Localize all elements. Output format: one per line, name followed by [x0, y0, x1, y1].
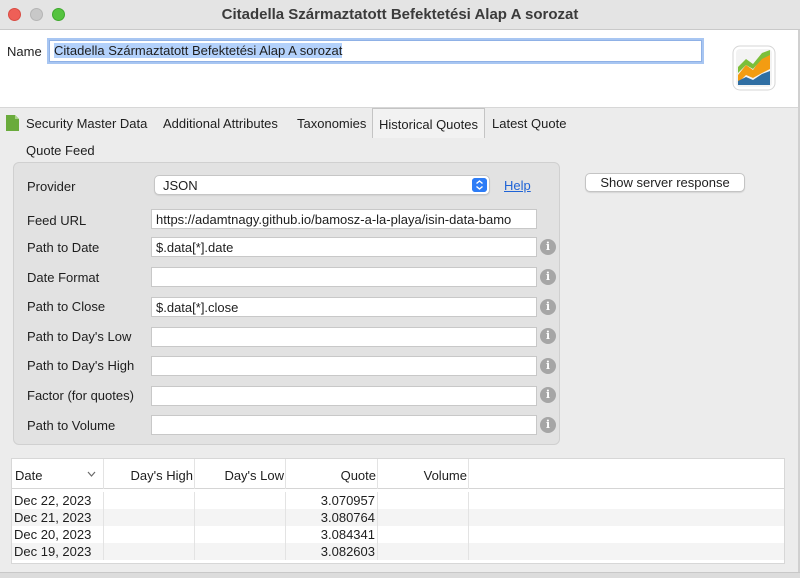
cell-separator [103, 509, 104, 526]
cell-separator [468, 543, 469, 560]
column-header-quote[interactable]: Quote [286, 468, 376, 483]
name-input[interactable]: Citadella Származtatott Befektetési Alap… [49, 40, 702, 62]
cell-date: Dec 21, 2023 [14, 510, 92, 525]
name-input-value: Citadella Származtatott Befektetési Alap… [54, 43, 343, 58]
tab-security-master-data[interactable]: Security Master Data [26, 116, 147, 131]
info-icon[interactable]: i [540, 387, 556, 403]
feed-url-label: Feed URL [27, 213, 87, 228]
cell-separator [194, 509, 195, 526]
cell-separator [468, 509, 469, 526]
provider-select[interactable]: JSON [154, 175, 490, 195]
column-header-days-high[interactable]: Day's High [104, 468, 193, 483]
quote-feed-label: Quote Feed [26, 143, 95, 158]
cell-quote: 3.082603 [320, 544, 375, 559]
factor-input[interactable] [151, 386, 537, 406]
table-row[interactable]: Dec 19, 2023 3.082603 [12, 543, 784, 560]
column-header-days-low[interactable]: Day's Low [195, 468, 284, 483]
path-to-days-low-label: Path to Day's Low [27, 329, 132, 344]
document-icon [6, 115, 19, 131]
info-icon[interactable]: i [540, 269, 556, 285]
info-icon[interactable]: i [540, 358, 556, 374]
tab-latest-quote[interactable]: Latest Quote [492, 116, 566, 131]
cell-separator [468, 492, 469, 509]
help-link[interactable]: Help [504, 178, 531, 193]
column-header-date[interactable]: Date [15, 468, 42, 483]
select-arrows-icon [472, 178, 487, 192]
table-header: Date Day's High Day's Low Quote Volume [12, 459, 784, 489]
info-icon[interactable]: i [540, 239, 556, 255]
name-label: Name [7, 44, 42, 59]
path-to-days-high-label: Path to Day's High [27, 358, 135, 373]
cell-separator [377, 543, 378, 560]
title-bar: Citadella Származtatott Befektetési Alap… [0, 0, 800, 30]
path-to-days-high-input[interactable] [151, 356, 537, 376]
provider-select-value: JSON [163, 178, 198, 193]
info-icon[interactable]: i [540, 328, 556, 344]
show-server-response-button[interactable]: Show server response [585, 173, 745, 192]
path-to-date-input[interactable]: $.data[*].date [151, 237, 537, 257]
path-to-volume-input[interactable] [151, 415, 537, 435]
bottom-border [0, 572, 800, 578]
cell-date: Dec 20, 2023 [14, 527, 92, 542]
path-to-close-label: Path to Close [27, 299, 106, 314]
table-row[interactable]: Dec 22, 2023 3.070957 [12, 492, 784, 509]
path-to-volume-label: Path to Volume [27, 418, 116, 433]
cell-separator [103, 526, 104, 543]
cell-separator [468, 526, 469, 543]
cell-quote: 3.084341 [320, 527, 375, 542]
column-separator[interactable] [468, 459, 469, 489]
provider-label: Provider [27, 179, 76, 194]
cell-date: Dec 22, 2023 [14, 493, 92, 508]
quotes-table: Date Day's High Day's Low Quote Volume D… [11, 458, 785, 564]
date-format-label: Date Format [27, 270, 100, 285]
table-row[interactable]: Dec 21, 2023 3.080764 [12, 509, 784, 526]
cell-date: Dec 19, 2023 [14, 544, 92, 559]
cell-separator [194, 492, 195, 509]
cell-separator [377, 492, 378, 509]
tab-additional-attributes[interactable]: Additional Attributes [163, 116, 278, 131]
cell-quote: 3.070957 [320, 493, 375, 508]
cell-quote: 3.080764 [320, 510, 375, 525]
path-to-days-low-input[interactable] [151, 327, 537, 347]
portfolio-chart-logo-icon [732, 45, 776, 91]
info-icon[interactable]: i [540, 417, 556, 433]
tab-taxonomies[interactable]: Taxonomies [297, 116, 366, 131]
cell-separator [194, 526, 195, 543]
feed-url-input[interactable]: https://adamtnagy.github.io/bamosz-a-la-… [151, 209, 537, 229]
cell-separator [377, 509, 378, 526]
factor-label: Factor (for quotes) [27, 388, 134, 403]
chevron-down-icon[interactable] [87, 471, 96, 477]
date-format-input[interactable] [151, 267, 537, 287]
cell-separator [194, 543, 195, 560]
path-to-close-input[interactable]: $.data[*].close [151, 297, 537, 317]
info-icon[interactable]: i [540, 299, 556, 315]
cell-separator [103, 543, 104, 560]
tab-bar: Security Master Data Additional Attribut… [0, 107, 798, 138]
cell-separator [103, 492, 104, 509]
cell-separator [377, 526, 378, 543]
window-title: Citadella Származtatott Befektetési Alap… [221, 6, 579, 23]
table-row[interactable]: Dec 20, 2023 3.084341 [12, 526, 784, 543]
column-header-volume[interactable]: Volume [378, 468, 467, 483]
tab-historical-quotes[interactable]: Historical Quotes [372, 108, 485, 138]
path-to-date-label: Path to Date [27, 240, 100, 255]
